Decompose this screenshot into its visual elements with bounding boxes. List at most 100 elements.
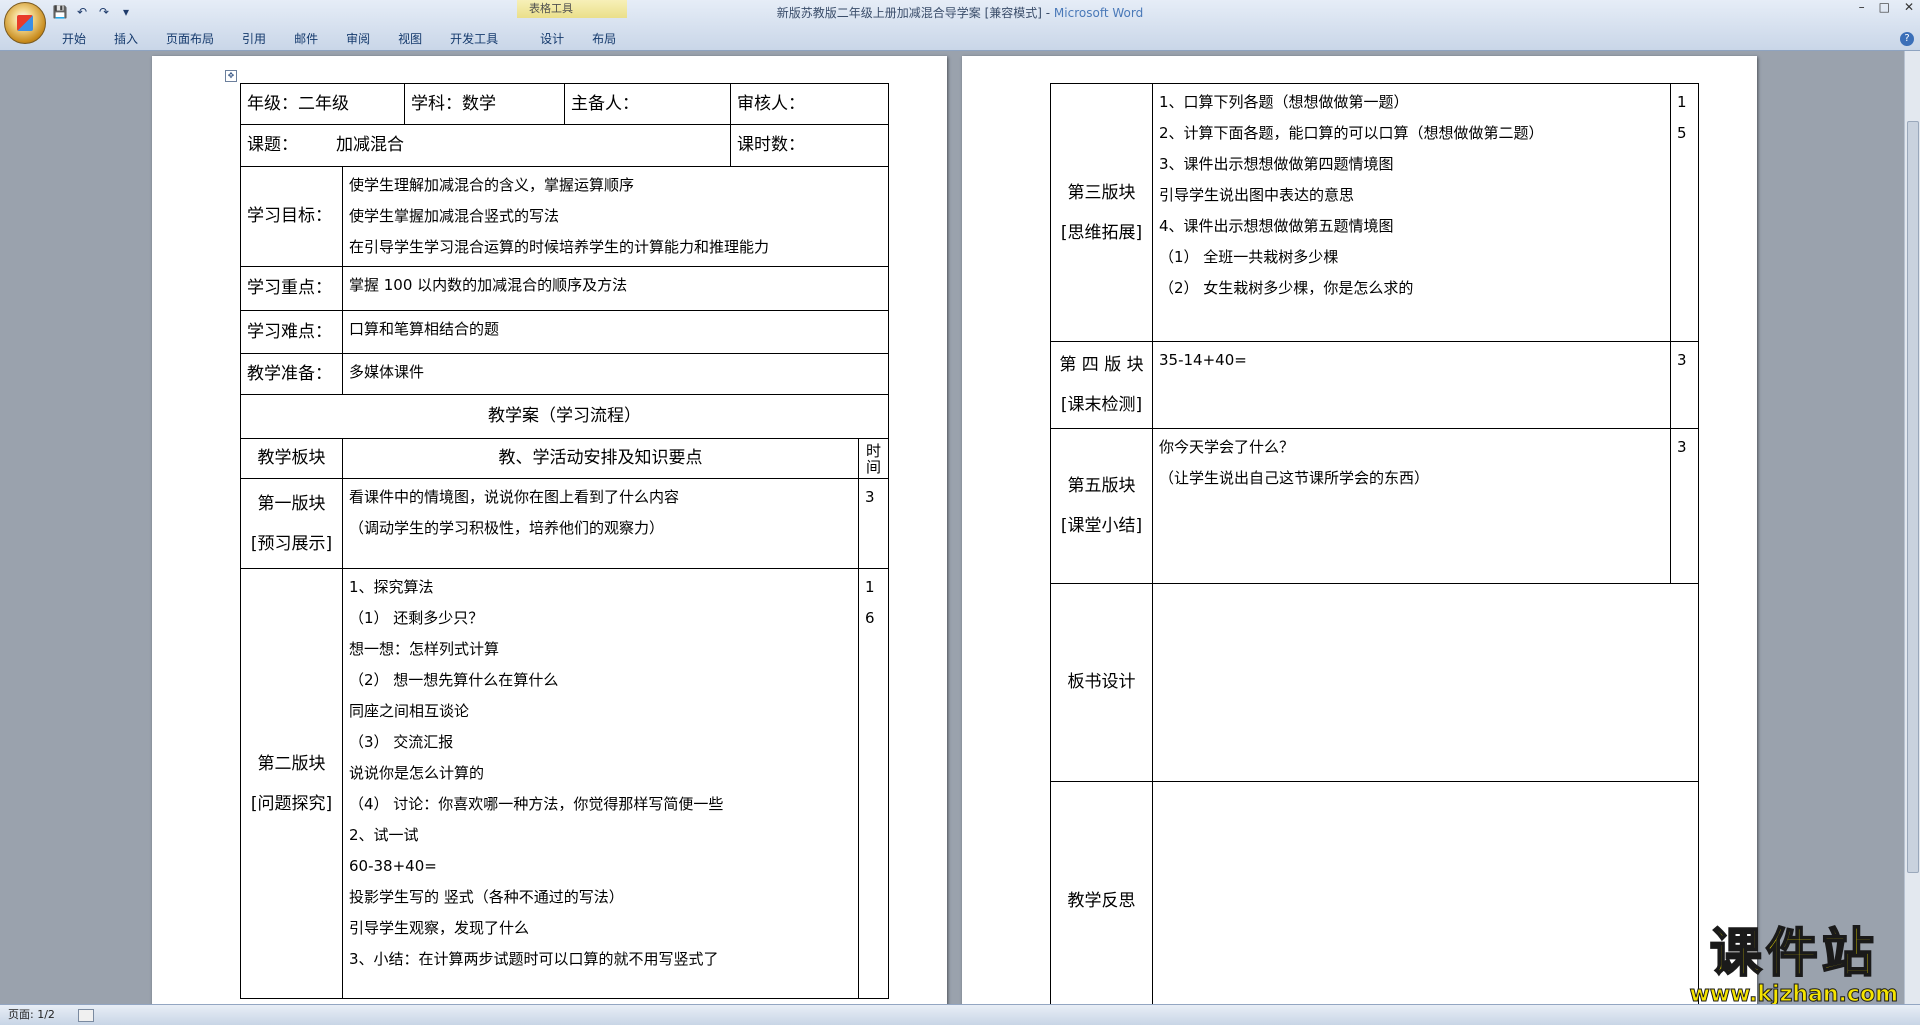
block2-line-6: （3） 交流汇报	[349, 733, 454, 751]
help-icon[interactable]: ?	[1900, 32, 1914, 46]
lesson-plan-table-page1: 年级：二年级 学科：数学 主备人： 审核人： 课题： 加减混合 课时数： 学习目标…	[240, 83, 889, 999]
difficulty-cell[interactable]: 口算和笔算相结合的题	[342, 310, 889, 354]
block1-content[interactable]: 看课件中的情境图，说说你在图上看到了什么内容 （调动学生的学习积极性，培养他们的…	[342, 478, 859, 569]
block4-line-1: 35-14+40=	[1159, 351, 1247, 369]
minimize-icon[interactable]: –	[1859, 0, 1865, 14]
block1-line-2: （调动学生的学习积极性，培养他们的观察力）	[349, 519, 665, 537]
difficulty-label: 学习难点：	[240, 310, 343, 354]
vertical-scrollbar[interactable]	[1904, 51, 1920, 1004]
block2-line-4: （2） 想一想先算什么在算什么	[349, 671, 559, 689]
block2-name: 第二版块	[257, 753, 326, 774]
tab-layout[interactable]: 布局	[578, 27, 630, 50]
block4-name: 第 四 版 块	[1059, 355, 1144, 375]
block2-time-1: 1	[865, 578, 875, 596]
tab-view[interactable]: 视图	[384, 27, 436, 50]
reflection-cell[interactable]	[1152, 781, 1699, 1004]
reviewer-cell[interactable]: 审核人：	[730, 83, 889, 125]
hours-cell[interactable]: 课时数：	[730, 124, 889, 167]
block3-line-4: 引导学生说出图中表达的意思	[1159, 186, 1355, 204]
goal-2: 使学生掌握加减混合竖式的写法	[349, 207, 560, 225]
block3-line-7: （2） 女生栽树多少棵，你是怎么求的	[1159, 279, 1414, 297]
block4-sub: [课末检测]	[1060, 395, 1143, 415]
block1-label: 第一版块 [预习展示]	[240, 478, 343, 569]
block2-label: 第二版块 [问题探究]	[240, 568, 343, 999]
tab-developer[interactable]: 开发工具	[436, 27, 512, 50]
block1-time[interactable]: 3	[858, 478, 889, 569]
language-icon[interactable]	[78, 1008, 95, 1022]
prep-cell[interactable]: 多媒体课件	[342, 353, 889, 395]
prep-label: 教学准备：	[240, 353, 343, 395]
block4-content[interactable]: 35-14+40=	[1152, 341, 1671, 429]
page-indicator[interactable]: 页面: 1/2	[8, 1008, 55, 1021]
block2-line-5: 同座之间相互谈论	[349, 702, 470, 720]
block3-line-3: 3、课件出示想想做做第四题情境图	[1159, 155, 1394, 173]
block3-time[interactable]: 1 5	[1670, 83, 1699, 342]
table-move-handle-icon[interactable]: ✥	[225, 70, 237, 82]
subject-cell[interactable]: 学科：数学	[404, 83, 565, 125]
block2-sub: [问题探究]	[250, 793, 333, 814]
tab-references[interactable]: 引用	[228, 27, 280, 50]
block2-line-8: （4） 讨论：你喜欢哪一种方法，你觉得那样写简便一些	[349, 795, 724, 813]
focus-label: 学习重点：	[240, 266, 343, 311]
block5-sub: [课堂小结]	[1060, 516, 1143, 536]
tab-mailings[interactable]: 邮件	[280, 27, 332, 50]
watermark-main: 课件站	[1709, 924, 1878, 984]
goals-label: 学习目标：	[240, 166, 343, 267]
grade-cell[interactable]: 年级：二年级	[240, 83, 405, 125]
lesson-plan-table-page2: 第三版块 [思维拓展] 1、口算下列各题（想想做做第一题） 2、计算下面各题，能…	[1050, 83, 1699, 1004]
block5-content[interactable]: 你今天学会了什么？ （让学生说出自己这节课所学会的东西）	[1152, 428, 1671, 584]
goals-cell[interactable]: 使学生理解加减混合的含义，掌握运算顺序 使学生掌握加减混合竖式的写法 在引导学生…	[342, 166, 889, 267]
document-area: ✥ 年级：二年级 学科：数学 主备人： 审核人： 课题： 加减混合 课时数： 学习…	[0, 51, 1905, 1004]
board-design-cell[interactable]	[1152, 583, 1699, 782]
block3-line-6: （1） 全班一共栽树多少棵	[1159, 248, 1339, 266]
focus-cell[interactable]: 掌握 100 以内数的加减混合的顺序及方法	[342, 266, 889, 311]
status-bar: 页面: 1/2	[0, 1004, 1920, 1025]
block3-time-1: 1	[1677, 93, 1687, 111]
block5-line-2: （让学生说出自己这节课所学会的东西）	[1159, 469, 1430, 487]
block5-name: 第五版块	[1067, 476, 1136, 496]
block2-line-2: （1） 还剩多少只？	[349, 609, 484, 627]
block3-sub: [思维拓展]	[1060, 222, 1143, 243]
maximize-icon[interactable]: □	[1879, 0, 1890, 14]
block1-sub: [预习展示]	[250, 533, 333, 554]
block1-line-1: 看课件中的情境图，说说你在图上看到了什么内容	[349, 488, 680, 506]
goal-1: 使学生理解加减混合的含义，掌握运算顺序	[349, 176, 635, 194]
scroll-thumb[interactable]	[1907, 121, 1919, 873]
block3-name: 第三版块	[1067, 182, 1136, 203]
plan-title: 教学案（学习流程）	[240, 394, 889, 439]
block2-time[interactable]: 1 6	[858, 568, 889, 999]
block3-line-5: 4、课件出示想想做做第五题情境图	[1159, 217, 1394, 235]
page-2: 第三版块 [思维拓展] 1、口算下列各题（想想做做第一题） 2、计算下面各题，能…	[962, 56, 1757, 1004]
topic-cell[interactable]: 课题： 加减混合	[240, 124, 731, 167]
tab-home[interactable]: 开始	[48, 27, 100, 50]
col-activity-header: 教、学活动安排及知识要点	[342, 438, 859, 479]
document-title: 新版苏教版二年级上册加减混合导学案 [兼容模式] -	[776, 6, 1054, 20]
col-time-header: 时间	[858, 438, 889, 479]
block2-time-2: 6	[865, 609, 875, 627]
block5-time[interactable]: 3	[1670, 428, 1699, 584]
goal-3: 在引导学生学习混合运算的时候培养学生的计算能力和推理能力	[349, 238, 770, 256]
block4-label: 第 四 版 块 [课末检测]	[1050, 341, 1153, 429]
block3-line-2: 2、计算下面各题，能口算的可以口算（想想做做第二题）	[1159, 124, 1544, 142]
block5-line-1: 你今天学会了什么？	[1159, 438, 1295, 456]
preparer-cell[interactable]: 主备人：	[564, 83, 731, 125]
block3-label: 第三版块 [思维拓展]	[1050, 83, 1153, 342]
block4-time[interactable]: 3	[1670, 341, 1699, 429]
tab-review[interactable]: 审阅	[332, 27, 384, 50]
close-icon[interactable]: ✕	[1904, 0, 1914, 14]
block5-label: 第五版块 [课堂小结]	[1050, 428, 1153, 584]
board-design-label: 板书设计	[1050, 583, 1153, 782]
tab-page-layout[interactable]: 页面布局	[152, 27, 228, 50]
block2-line-9: 2、试一试	[349, 826, 419, 844]
title-bar: 💾 ↶ ↷ ▾ 表格工具 新版苏教版二年级上册加减混合导学案 [兼容模式] - …	[0, 0, 1920, 51]
block3-content[interactable]: 1、口算下列各题（想想做做第一题） 2、计算下面各题，能口算的可以口算（想想做做…	[1152, 83, 1671, 342]
app-name: Microsoft Word	[1053, 6, 1144, 20]
block2-line-1: 1、探究算法	[349, 578, 434, 596]
tab-design[interactable]: 设计	[526, 27, 578, 50]
tab-insert[interactable]: 插入	[100, 27, 152, 50]
window-controls: – □ ✕	[1859, 0, 1914, 14]
ribbon-tabs: 开始 插入 页面布局 引用 邮件 审阅 视图 开发工具 设计 布局	[48, 27, 630, 50]
reflection-label: 教学反思	[1050, 781, 1153, 1004]
block2-content[interactable]: 1、探究算法 （1） 还剩多少只？ 想一想：怎样列式计算 （2） 想一想先算什么…	[342, 568, 859, 999]
block3-time-2: 5	[1677, 124, 1687, 142]
